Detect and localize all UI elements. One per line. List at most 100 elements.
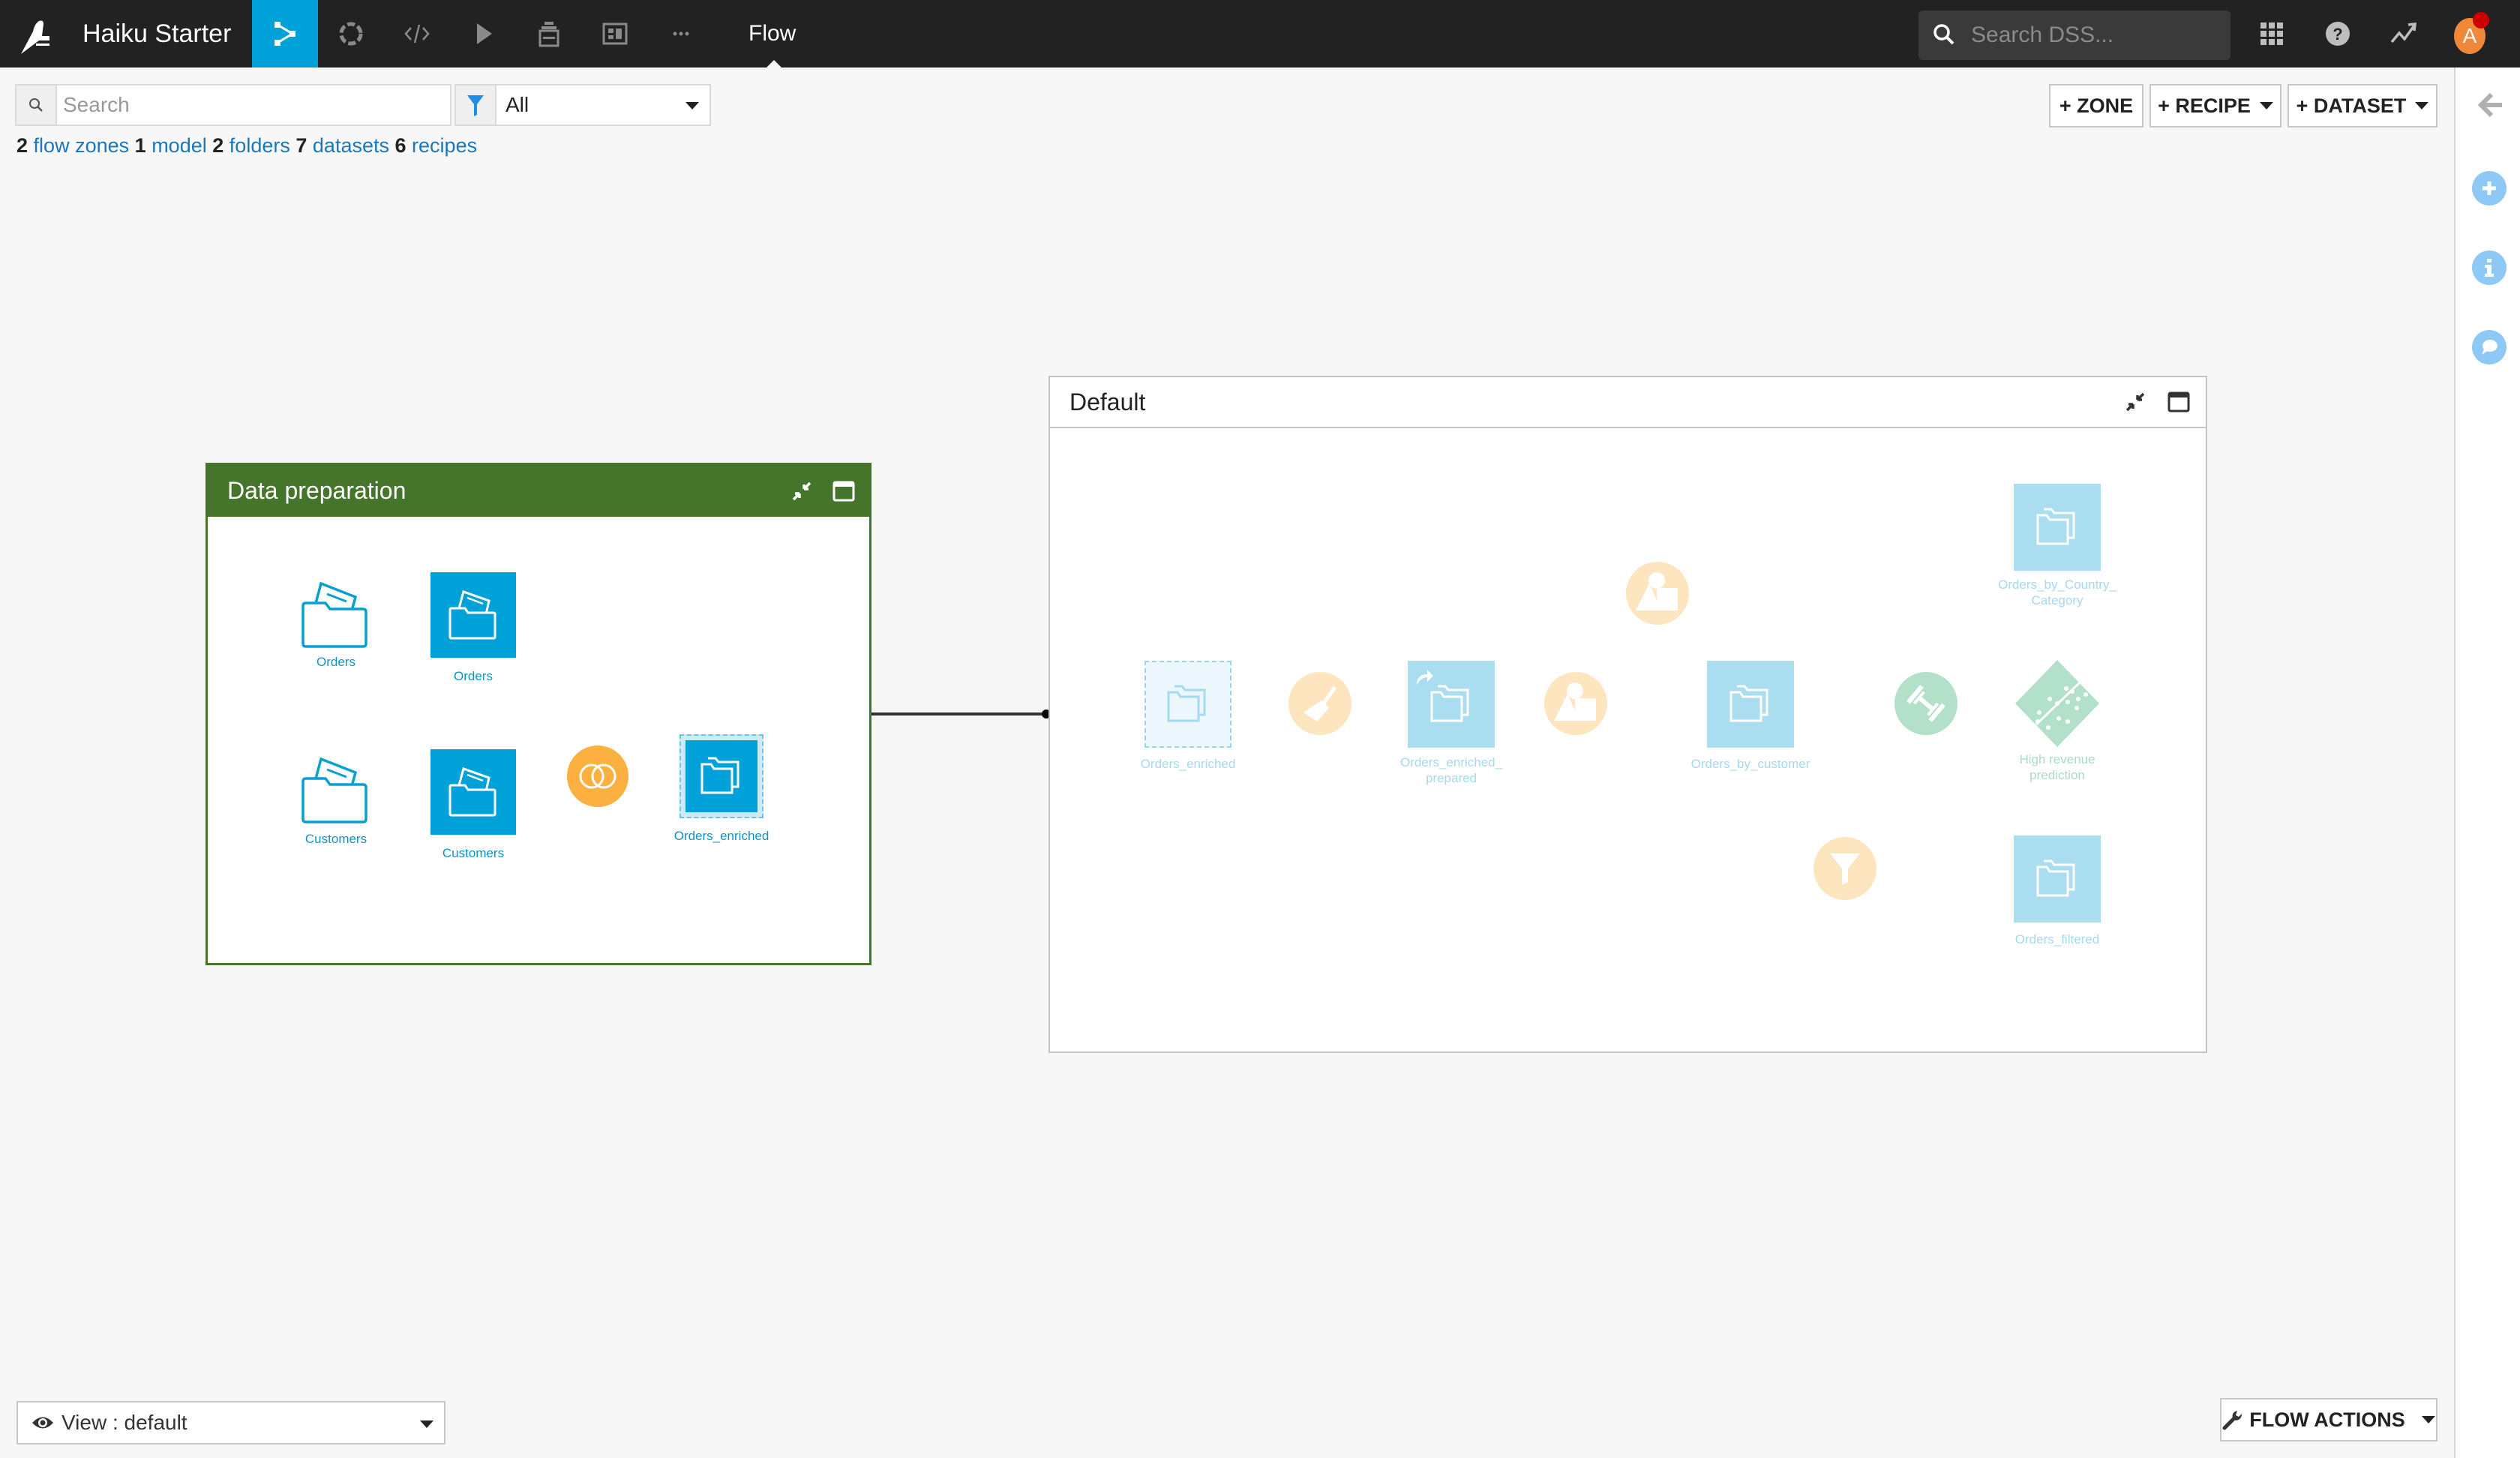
folder-node-customers[interactable] [300, 754, 372, 826]
dataset-node-orders-enriched[interactable] [680, 734, 764, 818]
label-line: Orders_enriched_ [1400, 755, 1503, 770]
add-recipe-button[interactable]: + RECIPE [2150, 84, 2282, 128]
summary-link-recipes[interactable]: recipes [412, 134, 477, 157]
dataset-stack-icon [1430, 685, 1469, 722]
add-zone-button[interactable]: + ZONE [2049, 84, 2144, 128]
help-button[interactable]: ? [2319, 15, 2356, 52]
label-line: prepared [1425, 771, 1478, 785]
details-button[interactable] [2472, 250, 2506, 285]
summary-link-folders[interactable]: folders [230, 134, 290, 157]
node-label: Orders_by_customer [1690, 757, 1810, 771]
deploy-icon [538, 22, 560, 47]
maximize-zone-button[interactable] [829, 465, 859, 517]
summary-count: 7 [296, 134, 308, 157]
dumbbell-icon [1906, 685, 1946, 722]
maximize-zone-button[interactable] [2164, 377, 2194, 427]
global-search-box[interactable] [1918, 10, 2230, 60]
flow-nav-button[interactable] [252, 0, 318, 68]
add-item-button[interactable] [2472, 171, 2506, 206]
saved-model-diamond-icon [2015, 660, 2099, 747]
help-icon: ? [2326, 22, 2350, 46]
dataset-node-customers[interactable] [430, 749, 516, 835]
wrench-icon [2222, 1411, 2242, 1430]
dataset-node-orders-enriched-prepared[interactable] [1408, 661, 1495, 748]
dataset-node-orders-by-country-category[interactable] [2014, 484, 2101, 571]
lab-nav-button[interactable] [318, 0, 384, 68]
collapse-arrows-icon [792, 482, 812, 500]
filter-value: All [506, 93, 530, 116]
deploy-nav-button[interactable] [516, 0, 582, 68]
right-side-panel [2454, 68, 2520, 1458]
flow-search-box[interactable] [15, 84, 452, 126]
play-icon [477, 23, 492, 44]
flow-actions-label: FLOW ACTIONS [2249, 1408, 2405, 1431]
window-icon [832, 481, 855, 501]
dataset-stack-icon [700, 757, 740, 794]
managed-folder-icon [302, 757, 368, 824]
summary-link-model[interactable]: model [152, 134, 207, 157]
view-select-label: View : default [62, 1411, 188, 1434]
join-recipe-node[interactable] [567, 746, 628, 807]
group-recipe-node-customer[interactable] [1544, 672, 1607, 735]
node-label: Customers [304, 832, 368, 846]
more-nav-button[interactable] [648, 0, 714, 68]
global-search-input[interactable] [1971, 10, 2218, 60]
zone-header[interactable]: Data preparation [208, 465, 869, 517]
apps-grid-button[interactable] [2253, 15, 2290, 52]
add-dataset-button[interactable]: + DATASET [2288, 84, 2438, 128]
type-filter-select[interactable]: All [454, 84, 711, 126]
dataset-node-orders-by-customer[interactable] [1707, 661, 1794, 748]
zone-link [872, 710, 1051, 718]
node-label: Orders_filtered [2014, 932, 2100, 946]
view-select[interactable]: View : default [16, 1401, 446, 1444]
train-recipe-node[interactable] [1894, 672, 1958, 735]
prepare-recipe-node[interactable] [1288, 672, 1352, 735]
collapse-panel-button[interactable] [2475, 90, 2505, 120]
summary-link-flow-zones[interactable]: flow zones [34, 134, 130, 157]
dataset-node-orders-filtered[interactable] [2014, 836, 2101, 922]
dataiku-bird-logo-icon[interactable] [16, 14, 58, 56]
folder-node-orders[interactable] [300, 579, 372, 651]
summary-link-datasets[interactable]: datasets [313, 134, 389, 157]
project-title[interactable]: Haiku Starter [82, 0, 231, 68]
svg-text:?: ? [2332, 25, 2342, 44]
discussions-button[interactable] [2472, 330, 2506, 364]
run-nav-button[interactable] [450, 0, 516, 68]
collapse-arrows-icon [2126, 392, 2145, 412]
zone-title: Default [1070, 388, 1146, 416]
search-icon [1934, 24, 1954, 45]
dataset-node-orders-enriched-shared[interactable] [1144, 661, 1232, 748]
plus-icon [2482, 182, 2496, 195]
filter-icon [467, 95, 484, 116]
zone-data-preparation[interactable]: Data preparation [206, 463, 872, 965]
label-line: High revenue [2019, 752, 2096, 766]
grid-icon [2260, 22, 2283, 45]
code-nav-button[interactable] [384, 0, 450, 68]
zone-title: Data preparation [227, 477, 406, 504]
node-label: Orders_enriched [1140, 757, 1236, 771]
add-zone-label: + ZONE [2059, 94, 2134, 117]
flow-actions-button[interactable]: FLOW ACTIONS [2220, 1398, 2438, 1442]
node-label: Orders [454, 669, 493, 683]
chevron-down-icon [2259, 102, 2273, 110]
collapse-zone-button[interactable] [2120, 377, 2150, 427]
chevron-down-icon [420, 1420, 434, 1428]
node-label: Orders_by_Country_ Category [1975, 577, 2140, 608]
dashboard-nav-button[interactable] [582, 0, 648, 68]
label-line: Orders_by_Country_ [1998, 578, 2116, 592]
zone-header[interactable]: Default [1050, 377, 2206, 428]
activity-button[interactable] [2385, 15, 2422, 52]
flow-search-input[interactable] [63, 86, 438, 124]
filter-recipe-node[interactable] [1814, 837, 1876, 900]
add-dataset-label: + DATASET [2296, 94, 2407, 117]
current-page-label[interactable]: Flow [748, 0, 796, 68]
chevron-down-icon [686, 102, 699, 110]
summary-count: 2 [212, 134, 224, 157]
group-recipe-node-country[interactable] [1626, 562, 1689, 625]
group-shapes-icon [1554, 682, 1596, 721]
model-node-high-revenue[interactable] [2014, 658, 2101, 748]
shared-arrow-icon [1417, 670, 1433, 685]
collapse-zone-button[interactable] [787, 465, 817, 517]
dataset-node-orders[interactable] [430, 572, 516, 658]
node-label: Orders_enriched_ prepared [1384, 754, 1519, 786]
